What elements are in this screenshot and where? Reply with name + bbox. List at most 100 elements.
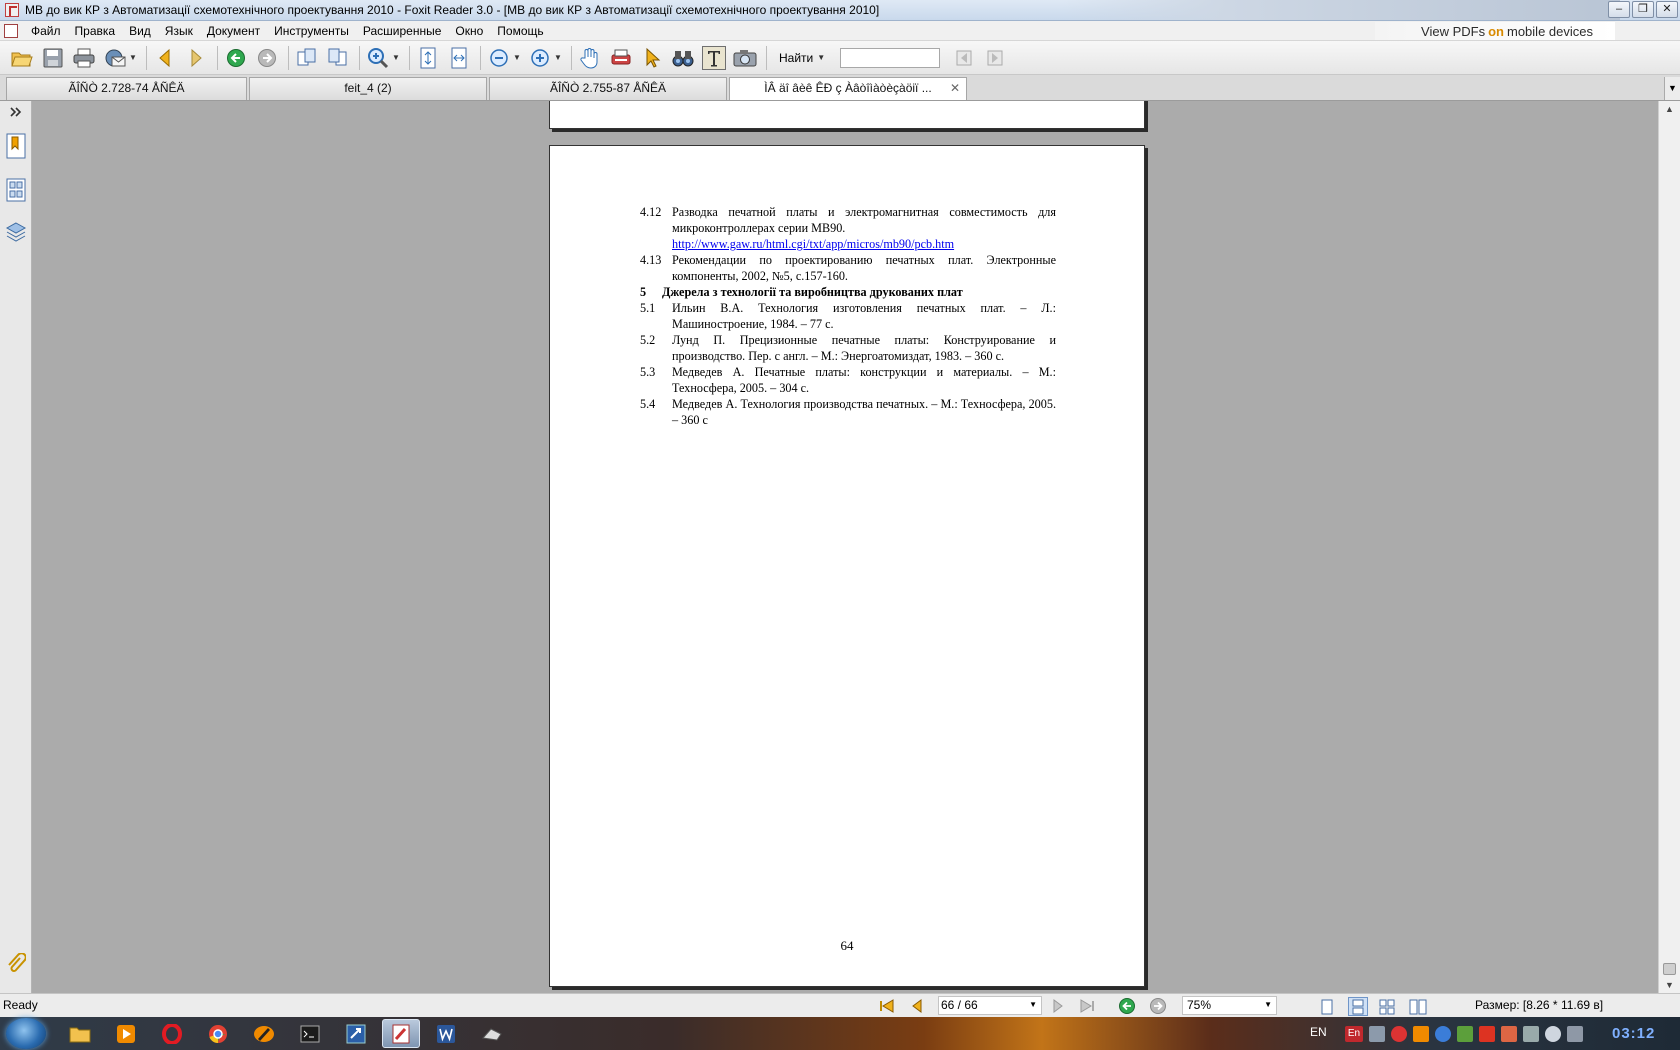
select-arrow-icon[interactable]: [640, 46, 664, 70]
minimize-button[interactable]: –: [1608, 1, 1630, 18]
menu-advanced[interactable]: Расширенные: [356, 24, 449, 38]
foxit-reader-task-icon[interactable]: [382, 1019, 420, 1048]
tools-tray-icon[interactable]: [1501, 1025, 1517, 1042]
status-prev-page-icon[interactable]: [908, 997, 926, 1015]
antivirus-tray-icon[interactable]: [1391, 1025, 1407, 1042]
word-task-icon[interactable]: [427, 1019, 465, 1048]
page-thumbnails-icon[interactable]: [4, 175, 28, 205]
scroll-thumb[interactable]: [1663, 963, 1676, 975]
scroll-down-arrow[interactable]: ▼: [1659, 977, 1680, 993]
continuous-facing-view-icon[interactable]: [1408, 997, 1428, 1016]
media-tray-icon[interactable]: [1413, 1025, 1429, 1042]
facing-view-icon[interactable]: [1377, 997, 1397, 1016]
game-task-icon[interactable]: [473, 1019, 511, 1048]
media-player-task-icon[interactable]: [107, 1019, 145, 1048]
restore-button[interactable]: ❐: [1632, 1, 1654, 18]
tab-gost-2728[interactable]: ÃÎÑÒ 2.728-74 ÅÑÊÄ: [6, 77, 247, 100]
print-icon[interactable]: [72, 46, 96, 70]
last-page-icon[interactable]: [1078, 997, 1096, 1015]
taskbar-clock[interactable]: 03:12: [1612, 1025, 1655, 1042]
pen-app-task-icon[interactable]: [245, 1019, 283, 1048]
zoom-out-dropdown-arrow[interactable]: ▼: [513, 53, 521, 62]
tray-lang-indicator[interactable]: En: [1345, 1025, 1363, 1042]
menu-tools[interactable]: Инструменты: [267, 24, 356, 38]
find-input[interactable]: [840, 47, 941, 68]
email-dropdown-arrow[interactable]: ▼: [129, 53, 137, 62]
document-viewport[interactable]: 4.12 Разводка печатной платы и электрома…: [33, 101, 1658, 993]
zoom-in-icon[interactable]: [366, 46, 390, 70]
keyboard-language[interactable]: EN: [1310, 1025, 1327, 1039]
open-icon[interactable]: [10, 46, 34, 70]
find-prev-icon[interactable]: [952, 46, 976, 70]
foxit-app-icon[interactable]: [5, 3, 19, 17]
display-tray-icon[interactable]: [1523, 1025, 1539, 1042]
zoom-out-minus-icon[interactable]: [487, 46, 511, 70]
go-forward-icon[interactable]: [255, 46, 279, 70]
start-button[interactable]: [6, 1018, 46, 1049]
volume-tray-icon[interactable]: [1545, 1025, 1561, 1042]
continuous-view-icon[interactable]: [1348, 997, 1368, 1016]
chrome-task-icon[interactable]: [199, 1019, 237, 1048]
network-tray-icon[interactable]: [1369, 1025, 1385, 1042]
fit-page-icon[interactable]: [416, 46, 440, 70]
mobile-promo-banner[interactable]: View PDFs on mobile devices: [1375, 22, 1615, 40]
typewriter-icon[interactable]: [609, 46, 633, 70]
vertical-scrollbar[interactable]: ▲ ▼: [1658, 101, 1680, 993]
text-select-icon[interactable]: [702, 45, 726, 70]
usb-tray-icon[interactable]: [1457, 1025, 1473, 1042]
tab-feit-4[interactable]: feit_4 (2): [249, 77, 487, 100]
tab-list-dropdown[interactable]: ▼: [1664, 77, 1680, 100]
connection-tray-icon[interactable]: [1567, 1025, 1583, 1042]
zoom-level-field[interactable]: 75% ▼: [1182, 996, 1277, 1015]
go-back-icon[interactable]: [224, 46, 248, 70]
page-dropdown-arrow[interactable]: ▼: [1029, 1000, 1037, 1009]
rotate-right-icon[interactable]: [326, 46, 350, 70]
menu-view[interactable]: Вид: [122, 24, 158, 38]
status-next-page-icon[interactable]: [1049, 997, 1067, 1015]
tab-close-icon[interactable]: ✕: [950, 78, 960, 98]
scroll-up-arrow[interactable]: ▲: [1659, 101, 1680, 117]
toolbar-separator: [288, 45, 289, 70]
menu-edit[interactable]: Правка: [68, 24, 123, 38]
zoom-dropdown-arrow[interactable]: ▼: [392, 53, 400, 62]
prev-page-icon[interactable]: [153, 46, 177, 70]
tab-gost-2755[interactable]: ÃÎÑÒ 2.755-87 ÅÑÊÄ: [489, 77, 727, 100]
fit-width-icon[interactable]: [447, 46, 471, 70]
ati-tray-icon[interactable]: [1479, 1025, 1495, 1042]
opera-task-icon[interactable]: [153, 1019, 191, 1048]
email-icon[interactable]: [103, 46, 127, 70]
reference-link[interactable]: http://www.gaw.ru/html.cgi/txt/app/micro…: [672, 237, 954, 251]
menu-language[interactable]: Язык: [158, 24, 200, 38]
layers-icon[interactable]: [4, 217, 28, 247]
hand-tool-icon[interactable]: [578, 46, 602, 70]
rotate-left-icon[interactable]: [295, 46, 319, 70]
first-page-icon[interactable]: [878, 997, 896, 1015]
menu-window[interactable]: Окно: [448, 24, 490, 38]
update-tray-icon[interactable]: [1435, 1025, 1451, 1042]
find-options-dropdown-arrow[interactable]: ▼: [817, 53, 825, 62]
save-icon[interactable]: [41, 46, 65, 70]
document-menu-icon[interactable]: [4, 23, 18, 38]
menu-help[interactable]: Помощь: [490, 24, 550, 38]
menu-file[interactable]: Файл: [24, 24, 68, 38]
find-next-icon[interactable]: [983, 46, 1007, 70]
status-forward-icon[interactable]: [1149, 997, 1167, 1015]
zoom-dropdown-arrow[interactable]: ▼: [1264, 1000, 1272, 1009]
bookmarks-icon[interactable]: [4, 131, 28, 161]
zoom-in-dropdown-arrow[interactable]: ▼: [554, 53, 562, 62]
attachments-icon[interactable]: [4, 949, 28, 979]
menu-document[interactable]: Документ: [200, 24, 267, 38]
close-button[interactable]: ✕: [1656, 1, 1678, 18]
terminal-task-icon[interactable]: [291, 1019, 329, 1048]
find-binoculars-icon[interactable]: [671, 46, 695, 70]
snapshot-icon[interactable]: [733, 46, 757, 70]
page-number-field[interactable]: 66 / 66 ▼: [938, 996, 1042, 1015]
single-page-view-icon[interactable]: [1317, 997, 1337, 1016]
explorer-task-icon[interactable]: [61, 1019, 99, 1048]
next-page-icon[interactable]: [184, 46, 208, 70]
status-back-icon[interactable]: [1118, 997, 1136, 1015]
app-task-icon[interactable]: [337, 1019, 375, 1048]
zoom-in-plus-icon[interactable]: [528, 46, 552, 70]
tab-active-document[interactable]: ÌÂ äî âèê ÊÐ ç Àâòîìàòèçàöiï ... ✕: [729, 77, 967, 100]
expand-panel-icon[interactable]: [4, 103, 28, 121]
